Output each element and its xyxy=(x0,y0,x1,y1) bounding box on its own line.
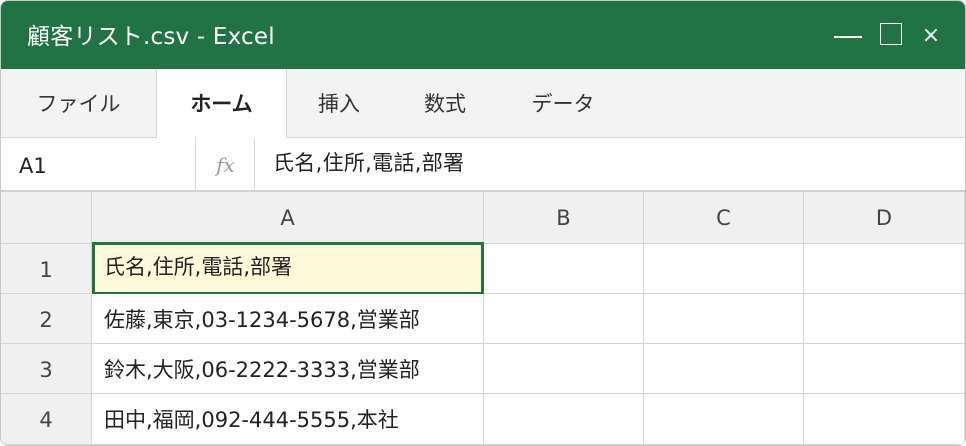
cell-c1[interactable] xyxy=(644,244,804,294)
name-box[interactable]: A1 xyxy=(1,138,196,190)
cell-a2[interactable]: 佐藤,東京,03-1234-5678,営業部 xyxy=(92,294,484,344)
ribbon-tabs: ファイル ホーム 挿入 数式 データ xyxy=(1,69,965,138)
cell-a3[interactable]: 鈴木,大阪,06-2222-3333,営業部 xyxy=(92,344,484,394)
cell-b2[interactable] xyxy=(484,294,644,344)
cell-d2[interactable] xyxy=(804,294,965,344)
close-icon[interactable]: × xyxy=(919,21,943,51)
cell-c4[interactable] xyxy=(644,394,804,445)
cell-a4[interactable]: 田中,福岡,092-444-5555,本社 xyxy=(92,394,484,445)
tab-home[interactable]: ホーム xyxy=(156,69,287,138)
tab-formulas[interactable]: 数式 xyxy=(391,69,499,138)
formula-input[interactable]: 氏名,住所,電話,部署 xyxy=(273,138,464,190)
tab-insert[interactable]: 挿入 xyxy=(287,69,391,138)
title-bar: 顧客リスト.csv - Excel × xyxy=(1,1,965,69)
window-title: 顧客リスト.csv - Excel xyxy=(27,24,275,50)
cell-c3[interactable] xyxy=(644,344,804,394)
row-header-4[interactable]: 4 xyxy=(1,394,92,445)
column-header-a[interactable]: A xyxy=(92,192,484,244)
formula-bar: A1 fx 氏名,住所,電話,部署 xyxy=(1,138,965,192)
cell-b3[interactable] xyxy=(484,344,644,394)
cell-d1[interactable] xyxy=(804,244,965,294)
cell-b4[interactable] xyxy=(484,394,644,445)
excel-window: 顧客リスト.csv - Excel × ファイル ホーム 挿入 数式 データ A… xyxy=(0,0,966,446)
spreadsheet-grid: A B C D 1 氏名,住所,電話,部署 2 佐藤,東京,03-1234-56… xyxy=(1,192,965,445)
row-header-2[interactable]: 2 xyxy=(1,294,92,344)
cell-b1[interactable] xyxy=(484,244,644,294)
column-header-d[interactable]: D xyxy=(804,192,965,244)
fx-icon[interactable]: fx xyxy=(197,138,255,190)
maximize-icon[interactable] xyxy=(880,23,902,45)
cell-a1[interactable]: 氏名,住所,電話,部署 xyxy=(92,242,484,295)
row-header-3[interactable]: 3 xyxy=(1,344,92,394)
tab-data[interactable]: データ xyxy=(499,69,627,138)
column-header-c[interactable]: C xyxy=(644,192,804,244)
minimize-icon[interactable] xyxy=(834,36,862,38)
row-header-1[interactable]: 1 xyxy=(1,244,92,294)
cell-d4[interactable] xyxy=(804,394,965,445)
cell-d3[interactable] xyxy=(804,344,965,394)
cell-c2[interactable] xyxy=(644,294,804,344)
select-all-corner[interactable] xyxy=(1,192,92,244)
tab-file[interactable]: ファイル xyxy=(1,69,156,138)
column-header-b[interactable]: B xyxy=(484,192,644,244)
